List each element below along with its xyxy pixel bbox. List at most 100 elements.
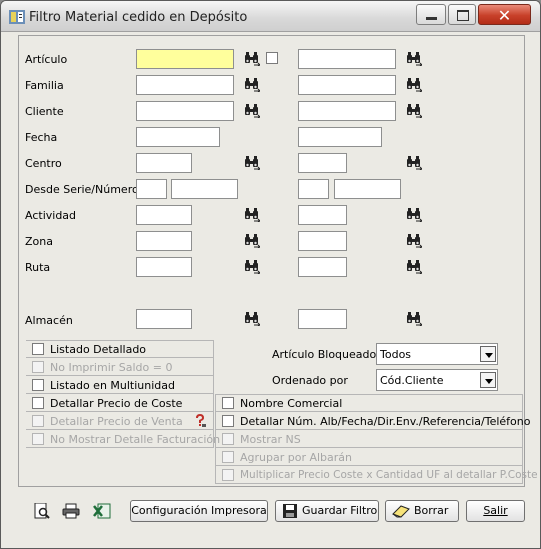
ordenado-por-select[interactable]: Cód.Cliente: [376, 369, 498, 391]
binoculars-icon[interactable]: [406, 78, 422, 92]
binoculars-icon[interactable]: [244, 52, 260, 66]
centro-from-input[interactable]: [136, 153, 192, 173]
no-detalle-facturacion-checkbox[interactable]: [32, 433, 44, 445]
filter-dialog: Filtro Material cedido en Depósito ✕ Art…: [0, 0, 541, 549]
numero-to-input[interactable]: [334, 179, 401, 199]
label-desde-serie: Desde Serie/Número: [25, 183, 139, 196]
eraser-icon: [392, 505, 410, 518]
app-icon: [9, 10, 25, 24]
zona-from-input[interactable]: [136, 231, 192, 251]
binoculars-icon[interactable]: [406, 104, 422, 118]
actividad-from-input[interactable]: [136, 205, 192, 225]
print-preview-icon[interactable]: [33, 503, 51, 519]
ruta-to-input[interactable]: [298, 257, 347, 277]
label-fecha: Fecha: [25, 131, 58, 144]
binoculars-icon[interactable]: [406, 156, 422, 170]
multiunidad-checkbox[interactable]: [32, 379, 44, 391]
option-label[interactable]: Multiplicar Precio Coste x Cantidad UF a…: [240, 469, 538, 481]
salir-label: Salir: [483, 504, 508, 517]
question-icon[interactable]: [193, 414, 207, 428]
salir-button[interactable]: Salir: [466, 500, 525, 522]
actividad-to-input[interactable]: [298, 205, 347, 225]
option-label[interactable]: Agrupar por Albarán: [240, 451, 352, 464]
option-label[interactable]: Listado Detallado: [50, 343, 146, 356]
option-label[interactable]: Detallar Precio de Coste: [50, 397, 182, 410]
listado-detallado-checkbox[interactable]: [32, 343, 44, 355]
binoculars-icon[interactable]: [244, 156, 260, 170]
numero-from-input[interactable]: [171, 179, 238, 199]
binoculars-icon[interactable]: [406, 208, 422, 222]
binoculars-icon[interactable]: [244, 208, 260, 222]
nombre-comercial-checkbox[interactable]: [222, 397, 234, 409]
no-imprimir-saldo-checkbox[interactable]: [32, 361, 44, 373]
borrar-label: Borrar: [414, 504, 449, 517]
binoculars-icon[interactable]: [406, 312, 422, 326]
binoculars-icon[interactable]: [244, 104, 260, 118]
label-zona: Zona: [25, 235, 53, 248]
ruta-from-input[interactable]: [136, 257, 192, 277]
mostrar-ns-checkbox[interactable]: [222, 433, 234, 445]
option-label[interactable]: Listado en Multiunidad: [50, 379, 175, 392]
familia-to-input[interactable]: [298, 75, 396, 95]
binoculars-icon[interactable]: [406, 260, 422, 274]
articulo-checkbox[interactable]: [266, 52, 278, 64]
label-articulo: Artículo: [25, 53, 68, 66]
close-icon: ✕: [497, 6, 512, 25]
articulo-bloqueado-value: Todos: [380, 348, 412, 361]
label-almacen: Almacén: [25, 314, 73, 327]
ordenado-por-label: Ordenado por: [272, 374, 348, 387]
excel-export-icon[interactable]: [93, 503, 111, 519]
familia-from-input[interactable]: [136, 75, 234, 95]
almacen-to-input[interactable]: [298, 309, 347, 329]
floppy-icon: [283, 504, 297, 518]
binoculars-icon[interactable]: [406, 234, 422, 248]
cliente-from-input[interactable]: [136, 101, 234, 121]
articulo-bloqueado-select[interactable]: Todos: [376, 343, 498, 365]
borrar-button[interactable]: Borrar: [385, 500, 459, 522]
cliente-to-input[interactable]: [298, 101, 396, 121]
option-label[interactable]: Detallar Precio de Venta: [50, 415, 183, 428]
printer-icon[interactable]: [62, 503, 80, 519]
configuracion-impresora-button[interactable]: Configuración Impresora: [130, 500, 268, 522]
binoculars-icon[interactable]: [244, 312, 260, 326]
articulo-to-input[interactable]: [298, 49, 396, 69]
window-title: Filtro Material cedido en Depósito: [29, 10, 248, 25]
serie-from-input[interactable]: [136, 179, 167, 199]
maximize-button[interactable]: [448, 4, 476, 25]
agrupar-albaran-checkbox[interactable]: [222, 451, 234, 463]
precio-coste-checkbox[interactable]: [32, 397, 44, 409]
precio-venta-checkbox[interactable]: [32, 415, 44, 427]
binoculars-icon[interactable]: [406, 52, 422, 66]
articulo-bloqueado-label: Artículo Bloqueado: [272, 348, 377, 361]
label-familia: Familia: [25, 79, 64, 92]
multiplicar-coste-checkbox[interactable]: [222, 469, 234, 481]
label-cliente: Cliente: [25, 105, 64, 118]
guardar-filtro-button[interactable]: Guardar Filtro: [275, 500, 379, 522]
zona-to-input[interactable]: [298, 231, 347, 251]
ordenado-por-value: Cód.Cliente: [380, 374, 444, 387]
close-button[interactable]: ✕: [478, 4, 531, 25]
fecha-from-input[interactable]: [136, 127, 220, 147]
option-label[interactable]: No Imprimir Saldo = 0: [50, 361, 172, 374]
fecha-to-input[interactable]: [298, 127, 382, 147]
option-label[interactable]: Nombre Comercial: [240, 397, 342, 410]
option-label[interactable]: Mostrar NS: [240, 433, 301, 446]
label-centro: Centro: [25, 157, 62, 170]
title-bar[interactable]: Filtro Material cedido en Depósito ✕: [1, 1, 540, 32]
label-actividad: Actividad: [25, 209, 77, 222]
binoculars-icon[interactable]: [244, 78, 260, 92]
guardar-filtro-label: Guardar Filtro: [302, 504, 378, 517]
option-label[interactable]: No Mostrar Detalle Facturación: [50, 433, 220, 446]
detallar-albaran-checkbox[interactable]: [222, 415, 234, 427]
chevron-down-icon[interactable]: [480, 346, 496, 362]
binoculars-icon[interactable]: [244, 234, 260, 248]
label-ruta: Ruta: [25, 261, 51, 274]
almacen-from-input[interactable]: [136, 309, 192, 329]
minimize-button[interactable]: [416, 4, 446, 25]
chevron-down-icon[interactable]: [480, 372, 496, 388]
serie-to-input[interactable]: [298, 179, 329, 199]
centro-to-input[interactable]: [298, 153, 347, 173]
binoculars-icon[interactable]: [244, 260, 260, 274]
articulo-from-input[interactable]: [136, 49, 234, 69]
option-label[interactable]: Detallar Núm. Alb/Fecha/Dir.Env./Referen…: [240, 415, 531, 428]
